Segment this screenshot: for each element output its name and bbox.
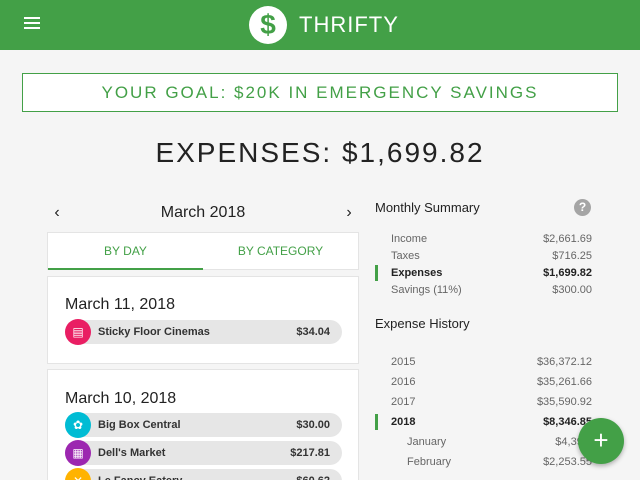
transaction-name: Dell's Market (98, 447, 166, 459)
menu-icon[interactable] (24, 17, 40, 31)
film-icon: ▤ (65, 319, 91, 345)
transaction-name: Le Fancy Eatery (98, 469, 182, 480)
transaction-amount: $34.04 (296, 326, 330, 338)
history-label: 2017 (391, 396, 416, 408)
history-label: January (407, 436, 447, 448)
history-label: 2016 (391, 376, 416, 388)
app-bar: $ THRIFTY (0, 0, 640, 50)
flower-icon: ✿ (65, 412, 91, 438)
history-value: $35,261.66 (536, 376, 592, 388)
history-row-february[interactable]: February $2,253.55 (375, 454, 592, 470)
history-label: 2018 (391, 416, 416, 428)
expense-history-title: Expense History (375, 316, 470, 331)
summary-value: $2,661.69 (543, 233, 592, 245)
summary-label: Expenses (391, 267, 443, 279)
transaction-name: Big Box Central (98, 419, 181, 431)
chevron-right-icon[interactable]: › (339, 200, 359, 226)
summary-row-savings: Savings (11%) $300.00 (375, 282, 592, 298)
dollar-logo-icon: $ (249, 6, 287, 44)
dining-icon: ✕ (65, 468, 91, 480)
day-date: March 11, 2018 (65, 296, 175, 313)
transaction-amount: $30.00 (296, 419, 330, 431)
transaction-item[interactable]: ▤ Sticky Floor Cinemas $34.04 (65, 319, 342, 345)
summary-value: $300.00 (552, 284, 592, 296)
goal-banner: YOUR GOAL: $20K IN EMERGENCY SAVINGS (22, 73, 618, 112)
transaction-amount: $217.81 (290, 447, 330, 459)
summary-label: Taxes (391, 250, 420, 262)
summary-row-expenses: Expenses $1,699.82 (375, 265, 592, 281)
history-row-january[interactable]: January $4,393. (375, 434, 592, 450)
transaction-item[interactable]: ✿ Big Box Central $30.00 (65, 412, 342, 438)
transaction-item[interactable]: ▦ Dell's Market $217.81 (65, 440, 342, 466)
tab-by-day[interactable]: BY DAY (48, 233, 203, 270)
day-card: March 11, 2018 ▤ Sticky Floor Cinemas $3… (47, 276, 359, 364)
receipt-icon: ▦ (65, 440, 91, 466)
history-row-2017[interactable]: 2017 $35,590.92 (375, 394, 592, 410)
help-icon[interactable]: ? (574, 199, 591, 216)
monthly-summary-title: Monthly Summary (375, 200, 480, 215)
summary-value: $716.25 (552, 250, 592, 262)
history-row-2015[interactable]: 2015 $36,372.12 (375, 354, 592, 370)
history-value: $35,590.92 (536, 396, 592, 408)
day-date: March 10, 2018 (65, 390, 177, 407)
history-row-2016[interactable]: 2016 $35,261.66 (375, 374, 592, 390)
expenses-total-heading: EXPENSES: $1,699.82 (155, 137, 485, 168)
history-row-2018[interactable]: 2018 $8,346.85 (375, 414, 592, 430)
day-card: March 10, 2018 ✿ Big Box Central $30.00 … (47, 369, 359, 480)
app-title: THRIFTY (299, 12, 399, 37)
history-label: 2015 (391, 356, 416, 368)
summary-label: Savings (11%) (391, 284, 462, 296)
chevron-left-icon[interactable]: ‹ (47, 200, 67, 226)
summary-value: $1,699.82 (543, 267, 592, 279)
summary-row-taxes: Taxes $716.25 (375, 248, 592, 264)
view-tabs: BY DAY BY CATEGORY (47, 232, 359, 270)
transaction-amount: $60.62 (296, 469, 330, 480)
add-expense-button[interactable]: + (578, 418, 624, 464)
transaction-name: Sticky Floor Cinemas (98, 326, 210, 338)
summary-label: Income (391, 233, 428, 245)
transaction-item[interactable]: ✕ Le Fancy Eatery $60.62 (65, 468, 342, 480)
current-month-label: March 2018 (160, 204, 246, 221)
month-navigator: ‹ March 2018 › (47, 200, 359, 226)
tab-by-category[interactable]: BY CATEGORY (203, 233, 358, 270)
summary-row-income: Income $2,661.69 (375, 231, 592, 247)
history-label: February (407, 456, 452, 468)
history-value: $36,372.12 (536, 356, 592, 368)
